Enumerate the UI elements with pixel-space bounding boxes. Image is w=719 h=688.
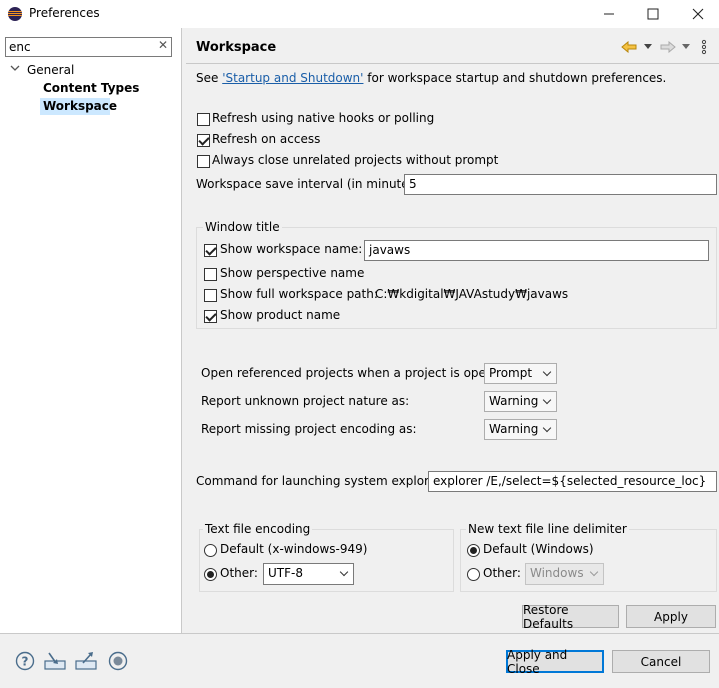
footer-divider (0, 633, 719, 634)
referenced-projects-value: Prompt (489, 366, 533, 380)
referenced-projects-select[interactable]: Prompt (484, 363, 557, 384)
minimize-button[interactable] (586, 0, 632, 28)
maximize-icon (647, 8, 659, 20)
clear-filter-icon[interactable]: ✕ (156, 38, 170, 54)
refresh-access-label: Refresh on access (212, 132, 321, 146)
system-explorer-input[interactable]: explorer /E,/select=${selected_resource_… (428, 471, 717, 492)
close-button[interactable] (675, 0, 719, 28)
eclipse-icon (8, 7, 22, 21)
encoding-default-radio[interactable] (204, 544, 217, 557)
close-icon (692, 8, 704, 20)
encoding-default-label: Default (x-windows-949) (220, 542, 368, 556)
unknown-nature-select[interactable]: Warning (484, 391, 557, 412)
back-dropdown-icon[interactable] (642, 38, 654, 56)
text-encoding-group-label: Text file encoding (203, 522, 313, 536)
referenced-projects-label: Open referenced projects when a project … (201, 366, 513, 380)
minimize-icon (604, 13, 614, 15)
show-workspace-name-checkbox[interactable] (204, 244, 217, 257)
show-workspace-name-label: Show workspace name: (220, 242, 363, 256)
line-delimiter-group-label: New text file line delimiter (466, 522, 629, 536)
missing-encoding-value: Warning (489, 422, 539, 436)
save-interval-label: Workspace save interval (in minutes): (196, 177, 424, 191)
maximize-button[interactable] (630, 0, 676, 28)
encoding-other-value: UTF-8 (268, 566, 303, 580)
intro-text: See 'Startup and Shutdown' for workspace… (196, 71, 666, 85)
delimiter-other-radio[interactable] (467, 568, 480, 581)
show-product-checkbox[interactable] (204, 310, 217, 323)
tree-item-content-types[interactable]: Content Types (43, 81, 139, 95)
chevron-down-icon (589, 567, 599, 577)
save-interval-input[interactable]: 5 (404, 174, 717, 195)
delimiter-default-radio[interactable] (467, 544, 480, 557)
import-icon[interactable] (44, 650, 66, 672)
chevron-down-icon (542, 395, 552, 405)
delimiter-other-select[interactable]: Windows (525, 563, 604, 585)
workspace-name-input[interactable]: javaws (364, 240, 709, 261)
startup-shutdown-link[interactable]: 'Startup and Shutdown' (222, 71, 363, 85)
header-divider (186, 63, 719, 64)
refresh-native-checkbox[interactable] (197, 113, 210, 126)
encoding-other-label: Other: (220, 566, 258, 580)
cancel-button[interactable]: Cancel (612, 650, 710, 673)
intro-prefix: See (196, 71, 223, 85)
close-unrelated-checkbox[interactable] (197, 155, 210, 168)
close-unrelated-label: Always close unrelated projects without … (212, 153, 499, 167)
tree-item-general[interactable]: General (27, 63, 74, 77)
filter-input-value: enc (9, 40, 31, 54)
view-menu-icon[interactable] (698, 38, 710, 56)
unknown-nature-label: Report unknown project nature as: (201, 394, 410, 408)
apply-and-close-button[interactable]: Apply and Close (506, 648, 604, 676)
encoding-other-select[interactable]: UTF-8 (263, 563, 354, 585)
page-title: Workspace (196, 40, 277, 55)
chevron-down-icon (339, 567, 349, 577)
missing-encoding-label: Report missing project encoding as: (201, 422, 417, 436)
missing-encoding-select[interactable]: Warning (484, 419, 557, 440)
show-full-path-label: Show full workspace path: (220, 287, 378, 301)
tree-item-workspace[interactable]: Workspace (40, 98, 117, 115)
chevron-down-icon (542, 423, 552, 433)
apply-button[interactable]: Apply (626, 605, 716, 628)
back-arrow-icon[interactable] (620, 38, 638, 56)
record-icon[interactable] (107, 650, 129, 672)
chevron-down-icon[interactable] (10, 63, 20, 76)
delimiter-default-label: Default (Windows) (483, 542, 594, 556)
window-title: Preferences (29, 6, 100, 20)
show-perspective-label: Show perspective name (220, 266, 365, 280)
chevron-down-icon (542, 367, 552, 377)
show-full-path-checkbox[interactable] (204, 289, 217, 302)
refresh-access-checkbox[interactable] (197, 134, 210, 147)
svg-text:?: ? (22, 655, 29, 669)
show-perspective-checkbox[interactable] (204, 268, 217, 281)
encoding-other-radio[interactable] (204, 568, 217, 581)
forward-dropdown-icon[interactable] (680, 38, 692, 56)
restore-defaults-button[interactable]: Restore Defaults (522, 603, 619, 631)
forward-arrow-icon[interactable] (659, 38, 677, 56)
delimiter-other-label: Other: (483, 566, 521, 580)
help-icon[interactable]: ? (14, 650, 36, 672)
refresh-native-label: Refresh using native hooks or polling (212, 111, 435, 125)
show-product-label: Show product name (220, 308, 341, 322)
export-icon[interactable] (75, 650, 97, 672)
delimiter-other-value: Windows (530, 566, 584, 580)
preference-tree-pane (0, 28, 182, 633)
full-path-value: C:₩kdigital₩JAVAstudy₩javaws (375, 287, 569, 301)
window-title-group-label: Window title (203, 220, 282, 234)
intro-suffix: for workspace startup and shutdown prefe… (363, 71, 667, 85)
unknown-nature-value: Warning (489, 394, 539, 408)
system-explorer-label: Command for launching system explorer: (196, 474, 445, 488)
